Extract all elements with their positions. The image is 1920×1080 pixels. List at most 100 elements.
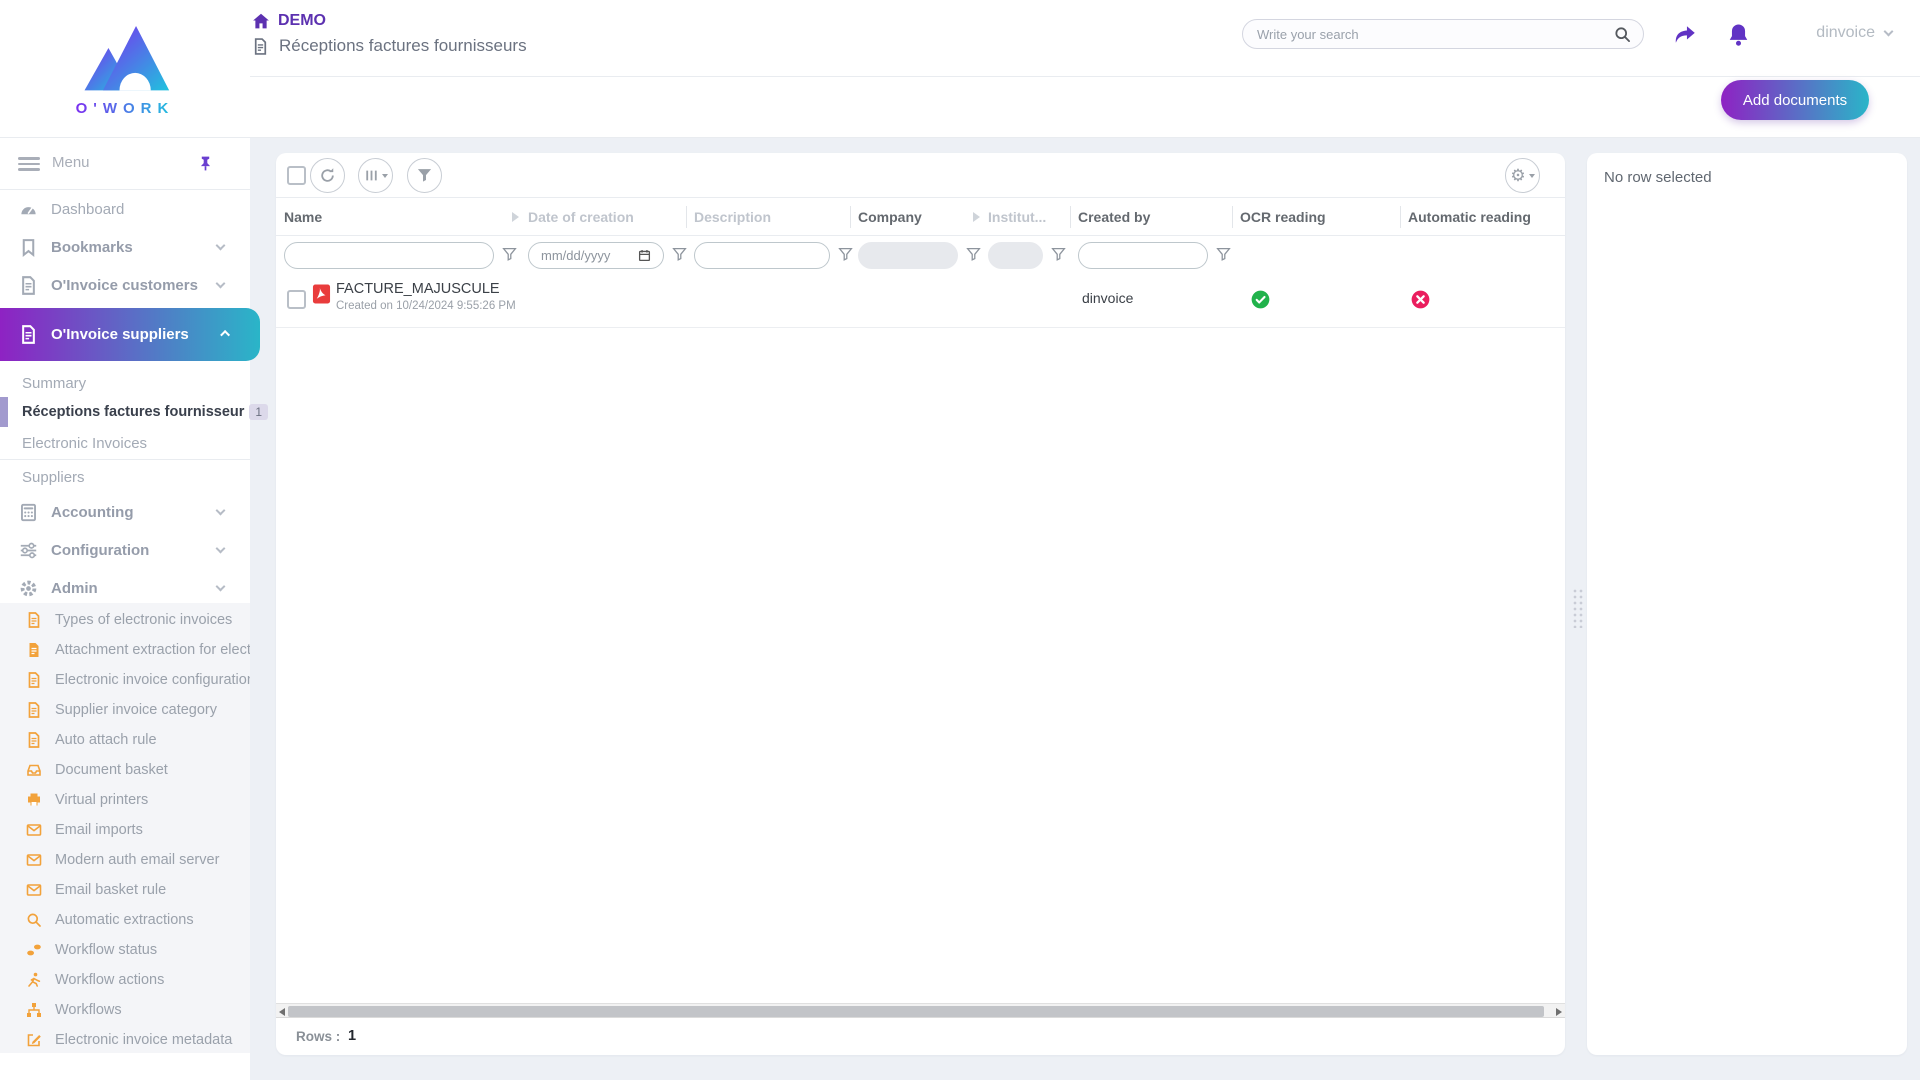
column-header-date-of-creation[interactable]: Date of creation (528, 209, 634, 225)
admin-item-label: Workflow actions (55, 972, 164, 988)
scroll-right-arrow-icon[interactable] (1556, 1008, 1562, 1016)
funnel-icon[interactable] (672, 247, 687, 262)
sidebar-admin-document-basket[interactable]: Document basket (0, 755, 250, 785)
sidebar-admin-electronic-invoice-metadata[interactable]: Electronic invoice metadata (0, 1025, 250, 1055)
filter-button[interactable] (407, 158, 442, 193)
column-header-automatic-reading[interactable]: Automatic reading (1408, 209, 1531, 225)
caret-down-icon (1529, 174, 1535, 178)
sidebar-admin-types-of-electronic-invoices[interactable]: Types of electronic invoices (0, 605, 250, 635)
breadcrumb[interactable]: DEMO (252, 12, 326, 30)
sidebar-item-oinvoice-customers[interactable]: O'Invoice customers (0, 266, 250, 304)
sidebar-admin-automatic-extractions[interactable]: Automatic extractions (0, 905, 250, 935)
filter-description-input[interactable] (694, 242, 830, 269)
user-menu[interactable]: dinvoice (1816, 24, 1892, 42)
scrollbar-thumb[interactable] (288, 1006, 1544, 1017)
sidebar-subitem-suppliers[interactable]: Suppliers (0, 462, 250, 492)
sidebar-item-admin[interactable]: Admin (0, 569, 250, 607)
column-divider (1400, 206, 1401, 228)
admin-item-label: Workflow status (55, 942, 157, 958)
column-header-description[interactable]: Description (694, 209, 771, 225)
home-icon (252, 12, 270, 30)
rows-label: Rows : (296, 1029, 340, 1044)
no-row-selected-text: No row selected (1604, 169, 1712, 186)
funnel-icon[interactable] (838, 247, 853, 262)
created-by-value: dinvoice (1082, 290, 1133, 306)
sidebar-admin-workflows[interactable]: Workflows (0, 995, 250, 1025)
sitemap-icon (26, 1002, 42, 1018)
caret-down-icon (382, 174, 388, 178)
sidebar-admin-workflow-actions[interactable]: Workflow actions (0, 965, 250, 995)
sidebar-item-bookmarks[interactable]: Bookmarks (0, 228, 250, 266)
column-header-ocr-reading[interactable]: OCR reading (1240, 209, 1326, 225)
sidebar-item-label: Admin (51, 580, 98, 597)
sidebar-admin-attachment-extraction[interactable]: Attachment extraction for electron (0, 635, 250, 665)
share-icon[interactable] (1672, 22, 1698, 48)
filter-created-by-input[interactable] (1078, 242, 1208, 269)
search-icon[interactable] (1614, 26, 1631, 43)
sidebar-subitem-receptions[interactable]: Réceptions factures fournisseur 1 (0, 397, 250, 427)
column-header-institution[interactable]: Institut... (988, 209, 1046, 225)
search-input[interactable] (1243, 27, 1614, 42)
pin-icon[interactable] (197, 155, 214, 172)
sidebar-admin-email-imports[interactable]: Email imports (0, 815, 250, 845)
admin-item-label: Modern auth email server (55, 852, 219, 868)
funnel-icon[interactable] (1051, 247, 1066, 262)
date-placeholder: mm/dd/yyyy (541, 248, 610, 263)
column-header-created-by[interactable]: Created by (1078, 209, 1150, 225)
sidebar-item-label: Bookmarks (51, 239, 133, 256)
envelope-icon (26, 882, 42, 898)
column-header-name[interactable]: Name (284, 209, 322, 225)
chevron-down-icon (216, 506, 226, 516)
sliders-icon (19, 541, 38, 560)
caret-right-icon[interactable] (973, 212, 980, 222)
sidebar-item-dashboard[interactable]: Dashboard (0, 190, 250, 228)
page-title-label: Réceptions factures fournisseurs (279, 36, 527, 56)
filter-date-input[interactable]: mm/dd/yyyy (528, 242, 664, 269)
sidebar-admin-virtual-printers[interactable]: Virtual printers (0, 785, 250, 815)
admin-item-label: Attachment extraction for electron (55, 642, 250, 658)
row-checkbox[interactable] (287, 290, 306, 309)
column-divider (1232, 206, 1233, 228)
sidebar-admin-email-basket-rule[interactable]: Email basket rule (0, 875, 250, 905)
sidebar-admin-auto-attach-rule[interactable]: Auto attach rule (0, 725, 250, 755)
admin-item-label: Email imports (55, 822, 143, 838)
file-invoice-icon (19, 325, 38, 344)
column-header-company[interactable]: Company (858, 209, 922, 225)
sidebar-subitem-summary[interactable]: Summary (0, 368, 250, 398)
inbox-icon (26, 762, 42, 778)
detail-panel: No row selected (1587, 153, 1907, 1055)
horizontal-scrollbar[interactable] (276, 1003, 1565, 1018)
caret-right-icon[interactable] (512, 212, 519, 222)
sidebar-item-oinvoice-suppliers-active[interactable]: O'Invoice suppliers (0, 308, 260, 361)
scroll-left-arrow-icon[interactable] (279, 1008, 285, 1016)
document-name[interactable]: FACTURE_MAJUSCULE (336, 281, 500, 297)
panel-resize-handle[interactable] (1572, 588, 1584, 628)
table-settings-button[interactable]: ⚙ (1505, 158, 1540, 193)
page-title: Réceptions factures fournisseurs (252, 36, 527, 56)
funnel-icon[interactable] (966, 247, 981, 262)
sidebar-admin-supplier-invoice-category[interactable]: Supplier invoice category (0, 695, 250, 725)
bell-icon[interactable] (1726, 22, 1752, 48)
sidebar-admin-workflow-status[interactable]: Workflow status (0, 935, 250, 965)
select-all-checkbox[interactable] (287, 166, 306, 185)
bookmark-icon (19, 238, 38, 257)
table-row[interactable]: FACTURE_MAJUSCULE Created on 10/24/2024 … (276, 272, 1565, 328)
admin-item-label: Document basket (55, 762, 168, 778)
funnel-icon[interactable] (1216, 247, 1231, 262)
filter-name-input[interactable] (284, 242, 494, 269)
sidebar-item-configuration[interactable]: Configuration (0, 531, 250, 569)
funnel-icon[interactable] (502, 247, 517, 262)
sidebar-admin-electronic-invoice-configuration[interactable]: Electronic invoice configuration (0, 665, 250, 695)
subitem-label: Suppliers (22, 469, 85, 486)
sidebar-admin-modern-auth-email-server[interactable]: Modern auth email server (0, 845, 250, 875)
hamburger-icon[interactable] (18, 157, 40, 171)
columns-button[interactable] (358, 158, 393, 193)
add-documents-button[interactable]: Add documents (1721, 80, 1869, 120)
calendar-icon[interactable] (638, 249, 651, 262)
filter-company-input (858, 242, 958, 269)
sidebar-subitem-electronic-invoices[interactable]: Electronic Invoices (0, 428, 250, 458)
sidebar-item-accounting[interactable]: Accounting (0, 493, 250, 531)
table-filter-row: mm/dd/yyyy (276, 236, 1565, 272)
refresh-button[interactable] (310, 158, 345, 193)
pen-square-icon (26, 1032, 42, 1048)
